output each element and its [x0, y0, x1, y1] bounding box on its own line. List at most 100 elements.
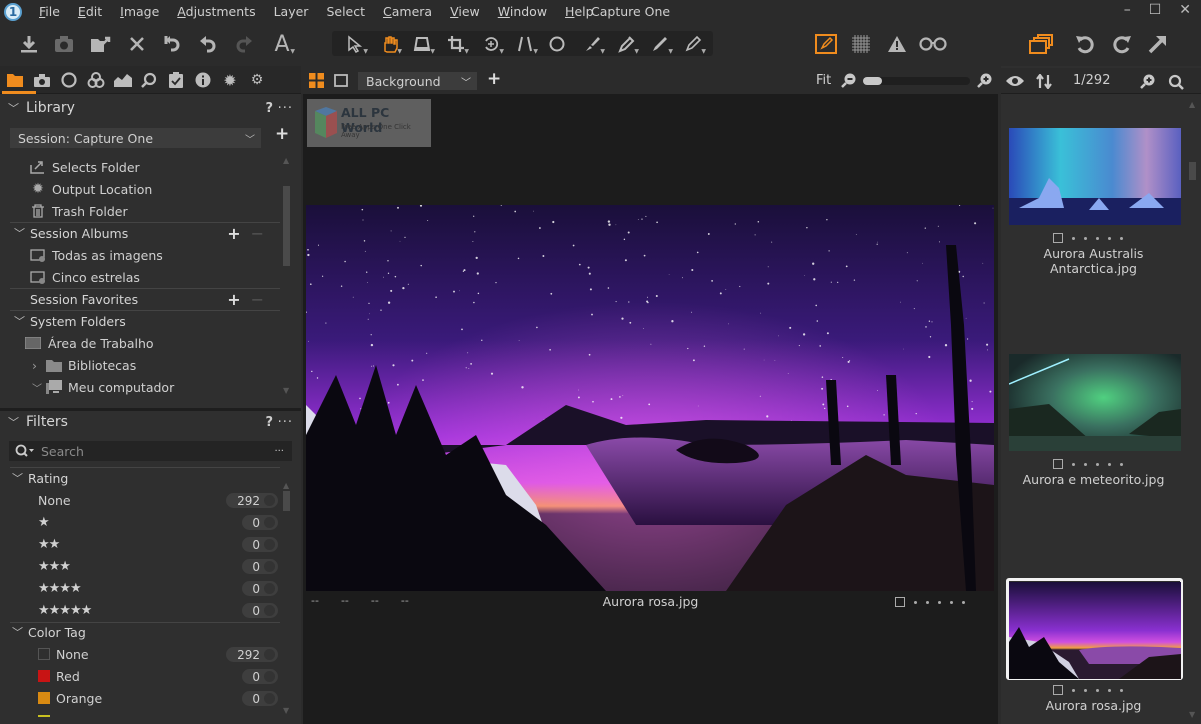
color-count-toggle[interactable]: 0	[242, 691, 278, 706]
library-tab[interactable]	[5, 71, 25, 89]
folder-desktop[interactable]: Área de Trabalho	[24, 332, 154, 354]
rating-count-toggle[interactable]: 0	[242, 537, 278, 552]
zoom-in-button[interactable]	[977, 73, 992, 91]
brush-tool[interactable]: ▼	[577, 30, 607, 58]
color-tag-box[interactable]	[1053, 233, 1063, 243]
rating-dot[interactable]	[1096, 236, 1099, 240]
output-tab[interactable]: ✹	[220, 71, 240, 90]
color-tag-filter-row[interactable]: Orange	[38, 687, 102, 709]
browser-scrollbar[interactable]: ▲ ▼	[1189, 100, 1197, 720]
rating-dot[interactable]	[1120, 688, 1123, 692]
rating-dot[interactable]	[1120, 236, 1123, 240]
single-view-button[interactable]	[334, 74, 348, 90]
rating-dot[interactable]	[1072, 236, 1075, 240]
scroll-up-arrow-icon[interactable]: ▲	[1189, 100, 1195, 109]
circle-mask-tool[interactable]	[542, 30, 572, 58]
rating-dot[interactable]	[962, 600, 965, 604]
rating-dot[interactable]	[1108, 462, 1111, 466]
rating-dot[interactable]	[926, 600, 929, 604]
scroll-up-arrow-icon[interactable]: ▲	[283, 481, 289, 490]
capture-button[interactable]	[49, 30, 79, 58]
help-icon[interactable]: ?	[265, 101, 273, 116]
rating-dot[interactable]	[1084, 462, 1087, 466]
rating-dot[interactable]	[1096, 688, 1099, 692]
help-icon[interactable]: ?	[265, 415, 273, 430]
color-count-toggle[interactable]: 292	[226, 647, 278, 662]
main-image[interactable]	[306, 205, 994, 591]
session-item-trash-folder[interactable]: Trash Folder	[30, 200, 128, 222]
session-item-output-location[interactable]: ✹ Output Location	[30, 178, 152, 200]
add-favorite-button[interactable]: +	[227, 290, 240, 309]
folder-bibliotecas[interactable]: › Bibliotecas	[32, 354, 136, 376]
scroll-down-arrow-icon[interactable]: ▼	[283, 386, 289, 395]
text-overlay-button[interactable]: A ▼	[267, 30, 297, 58]
thumbnail-rating[interactable]	[1053, 459, 1123, 469]
scroll-thumb[interactable]	[1189, 162, 1196, 180]
add-layer-button[interactable]: +	[487, 69, 501, 89]
scroll-up-arrow-icon[interactable]: ▲	[283, 156, 289, 165]
color-tag-filter-row[interactable]: Red	[38, 665, 80, 687]
menu-view[interactable]: View	[441, 0, 489, 24]
thumb-size-button[interactable]	[1140, 74, 1155, 92]
chevron-right-icon[interactable]: ›	[32, 358, 46, 373]
zoom-slider[interactable]	[863, 77, 970, 85]
search-options-icon[interactable]: ···	[274, 446, 284, 457]
background-select[interactable]: Background ﹀	[358, 72, 477, 90]
session-item-selects-folder[interactable]: Selects Folder	[30, 156, 140, 178]
stacks-button[interactable]	[1026, 30, 1056, 58]
thumbnail-rating[interactable]	[1053, 233, 1123, 243]
menu-edit[interactable]: Edit	[69, 0, 111, 24]
menu-window[interactable]: Window	[489, 0, 556, 24]
filter-search-input[interactable]: Search ···	[9, 441, 292, 461]
exposure-warning-button[interactable]	[882, 30, 912, 58]
zoom-out-button[interactable]	[841, 73, 856, 91]
folder-meu-computador[interactable]: ﹀ Meu computador	[32, 376, 174, 398]
capture-tab[interactable]	[32, 71, 52, 89]
more-options-icon[interactable]: ···	[278, 101, 293, 116]
chevron-down-icon[interactable]: ﹀	[32, 380, 46, 395]
rating-dot[interactable]	[950, 600, 953, 604]
zoom-fit-label[interactable]: Fit	[816, 73, 831, 88]
add-album-button[interactable]: +	[227, 224, 240, 243]
rating-dot[interactable]	[1084, 236, 1087, 240]
viewer-rating[interactable]	[895, 597, 965, 607]
export-button[interactable]	[86, 30, 116, 58]
rating-dot[interactable]	[1108, 688, 1111, 692]
album-item[interactable]: Todas as imagens	[30, 244, 163, 266]
pan-hand-tool[interactable]: ▼	[374, 30, 404, 58]
library-header[interactable]: ﹀ Library ? ···	[0, 96, 301, 120]
fill-tool[interactable]: ▼	[645, 30, 675, 58]
rating-count-toggle[interactable]: 0	[242, 559, 278, 574]
menu-image[interactable]: Image	[111, 0, 168, 24]
minimize-button[interactable]: –	[1124, 2, 1131, 18]
rating-count-toggle[interactable]: 292	[226, 493, 278, 508]
eraser-tool[interactable]: ▼	[678, 30, 708, 58]
maximize-button[interactable]: ☐	[1149, 2, 1162, 18]
color-tag-box[interactable]	[1053, 459, 1063, 469]
rating-dot[interactable]	[1096, 462, 1099, 466]
thumbnail-image[interactable]	[1009, 128, 1181, 225]
metadata-tab[interactable]	[193, 71, 213, 89]
color-count-toggle[interactable]: 0	[242, 669, 278, 684]
session-albums-header[interactable]: ﹀ Session Albums + −	[0, 222, 290, 244]
rgb-tab[interactable]	[86, 71, 106, 89]
straighten-tool[interactable]: ▼	[510, 30, 540, 58]
filters-header[interactable]: ﹀ Filters ? ···	[0, 410, 301, 434]
color-tag-header[interactable]: ﹀ Color Tag	[0, 621, 86, 643]
rating-count-toggle[interactable]: 0	[242, 603, 278, 618]
app-logo-icon[interactable]: 1	[4, 3, 22, 21]
multi-view-button[interactable]	[309, 73, 324, 91]
rating-header[interactable]: ﹀ Rating	[0, 467, 68, 489]
color-tag-box[interactable]	[895, 597, 905, 607]
undo-button[interactable]	[193, 30, 223, 58]
rating-dot[interactable]	[1084, 688, 1087, 692]
exposure-tab[interactable]	[113, 71, 133, 89]
remove-favorite-button[interactable]: −	[251, 290, 264, 309]
thumbnail-rating[interactable]	[1053, 685, 1123, 695]
scroll-down-arrow-icon[interactable]: ▼	[1189, 710, 1195, 719]
keystone-tool[interactable]: ▼	[407, 30, 437, 58]
system-folders-header[interactable]: ﹀ System Folders	[0, 310, 290, 332]
zoom-slider-thumb[interactable]	[863, 77, 883, 85]
rotate-right-button[interactable]	[1107, 30, 1137, 58]
color-tag-filter-row[interactable]: None	[38, 643, 89, 665]
